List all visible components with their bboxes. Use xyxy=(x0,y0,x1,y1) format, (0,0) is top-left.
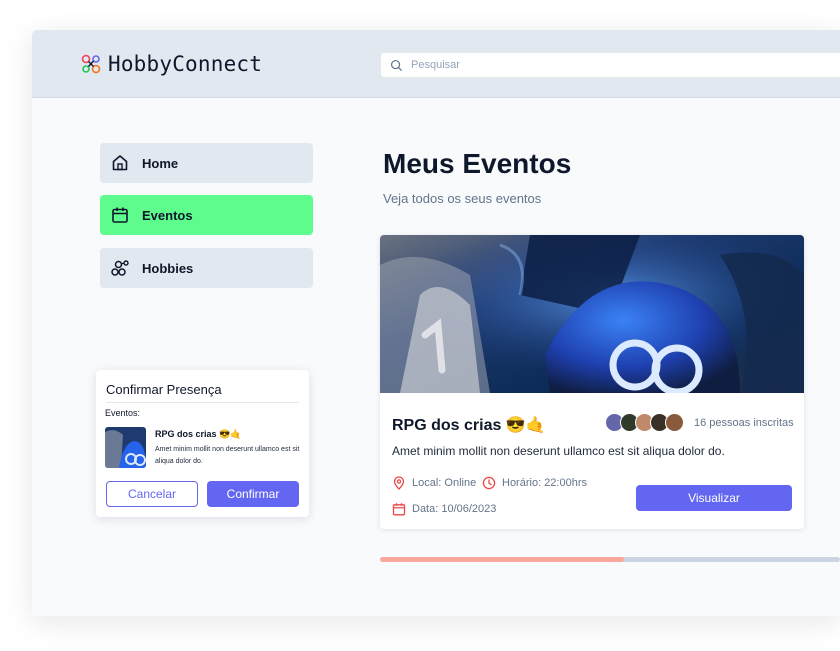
app-logo[interactable]: HobbyConnect xyxy=(80,52,262,76)
sidebar-item-label: Hobbies xyxy=(142,260,194,276)
clock-icon xyxy=(482,476,496,490)
event-date: Data: 10/06/2023 xyxy=(392,502,496,516)
event-location: Local: Online xyxy=(392,476,476,490)
hobbies-icon xyxy=(110,258,130,278)
popup-event-title: RPG dos crias 😎🤙 xyxy=(155,429,242,439)
event-cover-image xyxy=(380,235,804,393)
calendar-icon xyxy=(392,503,406,516)
app-name: HobbyConnect xyxy=(108,52,263,76)
logo-icon xyxy=(81,54,101,74)
search-icon xyxy=(390,59,403,71)
location-pin-icon xyxy=(393,476,405,490)
sidebar-item-home[interactable]: Home xyxy=(100,143,313,183)
search-bar[interactable] xyxy=(380,52,840,78)
sidebar-item-label: Home xyxy=(142,155,179,171)
cancel-button[interactable]: Cancelar xyxy=(106,481,198,507)
sidebar-item-label: Eventos xyxy=(142,207,193,223)
top-header: HobbyConnect xyxy=(32,30,840,98)
page-subtitle: Veja todos os seus eventos xyxy=(383,191,542,206)
divider xyxy=(106,402,299,403)
event-time: Horário: 22:00hrs xyxy=(482,476,587,490)
view-event-button[interactable]: Visualizar xyxy=(636,485,792,511)
page-title: Meus Eventos xyxy=(383,148,572,179)
event-date-text: Data: 10/06/2023 xyxy=(412,503,497,515)
app-window: HobbyConnect Home Eventos Hobbies Meus E… xyxy=(32,30,840,616)
event-card: RPG dos crias 😎🤙 16 pessoas inscritas Am… xyxy=(380,235,804,529)
carousel-progress-fill xyxy=(380,557,624,562)
popup-event-description: Amet minim mollit non deserunt ullamco e… xyxy=(155,446,300,465)
popup-title: Confirmar Presença xyxy=(106,382,222,397)
event-title[interactable]: RPG dos crias 😎🤙 xyxy=(392,415,546,435)
carousel-progress[interactable] xyxy=(380,557,840,562)
event-description: Amet minim mollit non deserunt ullamco e… xyxy=(392,444,725,458)
attendee-avatars[interactable] xyxy=(605,413,684,432)
sidebar-item-hobbies[interactable]: Hobbies xyxy=(100,248,313,288)
event-time-text: Horário: 22:00hrs xyxy=(502,477,587,489)
confirm-button[interactable]: Confirmar xyxy=(207,481,299,507)
event-thumbnail xyxy=(105,427,146,468)
calendar-icon xyxy=(110,205,130,225)
home-icon xyxy=(110,153,130,173)
sidebar-item-eventos[interactable]: Eventos xyxy=(100,195,313,235)
event-location-text: Local: Online xyxy=(412,477,477,489)
popup-subtitle: Eventos: xyxy=(105,408,141,418)
confirm-attendance-popup: Confirmar Presença Eventos: RPG dos cria… xyxy=(96,370,309,517)
avatar xyxy=(665,413,684,432)
search-input[interactable] xyxy=(409,58,813,72)
enrolled-count: 16 pessoas inscritas xyxy=(694,417,794,429)
